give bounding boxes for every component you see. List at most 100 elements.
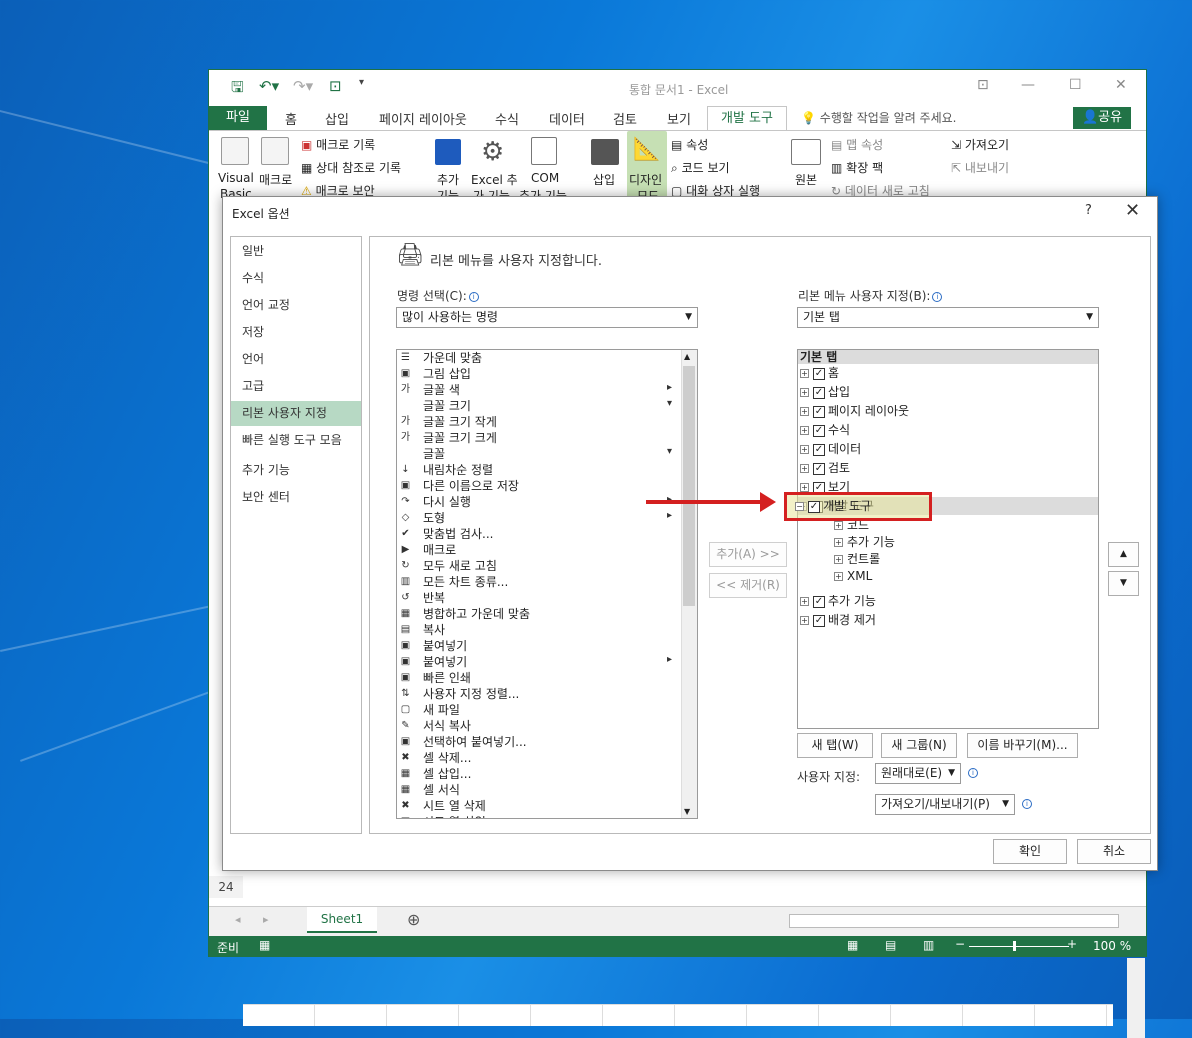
add-button[interactable]: 추가(A) >> — [709, 542, 787, 567]
page-layout-view-icon[interactable]: ▤ — [885, 938, 896, 952]
excel-addins-gear-icon[interactable]: ⚙ — [481, 137, 504, 167]
ribbon-display-icon[interactable]: ⊡ — [977, 77, 989, 93]
import-button[interactable]: ⇲ 가져오기 — [951, 136, 1009, 153]
nav-item[interactable]: 추가 기능 — [231, 458, 361, 483]
nav-item[interactable]: 일반 — [231, 239, 361, 264]
command-list-item[interactable]: 가 글꼴 크기 크게 — [397, 430, 681, 446]
nav-item[interactable]: 보안 센터 — [231, 485, 361, 510]
command-list-item[interactable]: ▣ 빠른 인쇄 — [397, 670, 681, 686]
command-list-item[interactable]: 가 글꼴 크기 작게 — [397, 414, 681, 430]
expand-icon[interactable]: + — [834, 521, 843, 530]
tab-review[interactable]: 검토 — [613, 109, 637, 128]
cancel-button[interactable]: 취소 — [1077, 839, 1151, 864]
command-list-item[interactable]: ▦ 병합하고 가운데 맞춤 — [397, 606, 681, 622]
redo-icon[interactable]: ↷▾ — [293, 77, 313, 95]
zoom-level[interactable]: 100 % — [1093, 939, 1131, 953]
new-group-button[interactable]: 새 그룹(N) — [881, 733, 957, 758]
relative-ref-button[interactable]: ▦ 상대 참조로 기록 — [301, 159, 401, 176]
ribbon-tree-node[interactable]: + ✓ 배경 제거 — [800, 611, 876, 629]
scroll-right-icon[interactable]: ▸ — [263, 913, 269, 926]
nav-item[interactable]: 저장 — [231, 320, 361, 345]
tab-checkbox[interactable]: ✓ — [813, 386, 825, 399]
dialog-close-button[interactable]: ✕ — [1125, 200, 1140, 221]
grid-row-24[interactable] — [243, 1004, 1113, 1026]
nav-item[interactable]: 리본 사용자 지정 — [231, 401, 361, 426]
tab-view[interactable]: 보기 — [667, 109, 691, 128]
tab-insert[interactable]: 삽입 — [325, 109, 349, 128]
horizontal-scrollbar[interactable] — [789, 914, 1119, 928]
tab-checkbox[interactable]: ✓ — [813, 443, 825, 456]
command-list-item[interactable]: ↺ 반복 — [397, 590, 681, 606]
ok-button[interactable]: 확인 — [993, 839, 1067, 864]
reset-dropdown[interactable]: 원래대로(E) ▼ — [875, 763, 961, 784]
command-list-item[interactable]: ✔ 맞춤법 검사... — [397, 526, 681, 542]
ribbon-tree-node[interactable]: + ✓ 페이지 레이아웃 — [800, 402, 909, 420]
expand-icon[interactable]: + — [800, 464, 809, 473]
expand-icon[interactable]: + — [834, 572, 843, 581]
command-list-item[interactable]: ✖ 셀 삭제... — [397, 750, 681, 766]
tab-checkbox[interactable]: ✓ — [813, 595, 825, 608]
command-list-item[interactable]: ▣ 다른 이름으로 저장 — [397, 478, 681, 494]
quick-access-icon[interactable]: ⊡ — [329, 77, 342, 95]
insert-controls-icon[interactable] — [591, 139, 619, 165]
ribbon-tree-node[interactable]: + ✓ 삽입 — [800, 383, 850, 401]
command-list-item[interactable]: ◇ 도형 — [397, 510, 681, 526]
zoom-out-icon[interactable]: − — [955, 937, 965, 951]
row-header-24[interactable]: 24 — [209, 876, 243, 898]
command-list-item[interactable]: ☰ 가운데 맞춤 — [397, 350, 681, 366]
tab-developer[interactable]: 개발 도구 — [707, 106, 787, 132]
ribbon-tree-node[interactable]: + ✓ 수식 — [800, 421, 850, 439]
expand-icon[interactable]: + — [800, 426, 809, 435]
expand-icon[interactable]: + — [800, 445, 809, 454]
command-list-item[interactable]: ▤ 복사 — [397, 622, 681, 638]
expand-icon[interactable]: + — [800, 407, 809, 416]
ribbon-tree-node[interactable]: + ✓ 검토 — [800, 459, 850, 477]
macros-label[interactable]: 매크로 — [259, 171, 292, 188]
commands-scrollbar[interactable]: ▲ ▼ — [681, 350, 697, 818]
move-down-button[interactable]: ▼ — [1108, 571, 1139, 596]
zoom-in-icon[interactable]: + — [1067, 937, 1077, 951]
command-list-item[interactable]: ▶ 매크로 — [397, 542, 681, 558]
expand-icon[interactable]: + — [800, 616, 809, 625]
command-list-item[interactable]: ▣ 그림 삽입 — [397, 366, 681, 382]
vertical-scrollbar[interactable] — [1127, 958, 1145, 1038]
tab-home[interactable]: 홈 — [285, 109, 297, 128]
remove-button[interactable]: << 제거(R) — [709, 573, 787, 598]
ribbon-tree-node[interactable]: + ✓ 데이터 — [800, 440, 861, 458]
nav-item[interactable]: 언어 — [231, 347, 361, 372]
tab-formulas[interactable]: 수식 — [495, 109, 519, 128]
command-list-item[interactable]: 가 글꼴 색 — [397, 382, 681, 398]
move-up-button[interactable]: ▲ — [1108, 542, 1139, 567]
command-list-item[interactable]: ↻ 모두 새로 고침 — [397, 558, 681, 574]
visual-basic-icon[interactable] — [221, 137, 249, 165]
tab-page-layout[interactable]: 페이지 레이아웃 — [379, 109, 467, 128]
customize-qat-icon[interactable]: ▾ — [359, 77, 364, 88]
source-icon[interactable] — [791, 139, 821, 165]
minimize-icon[interactable]: — — [1021, 77, 1035, 93]
ribbon-tree-node[interactable]: + 컨트롤 — [834, 550, 880, 568]
expand-icon[interactable]: + — [800, 597, 809, 606]
ribbon-tree[interactable]: 기본 탭 +✓홈+✓삽입+✓페이지 레이아웃+✓수식+✓데이터+✓검토+✓보기−… — [797, 349, 1099, 729]
import-export-dropdown[interactable]: 가져오기/내보내기(P) ▼ — [875, 794, 1015, 815]
tab-file[interactable]: 파일 — [209, 106, 267, 130]
zoom-slider-thumb[interactable] — [1013, 941, 1016, 951]
tab-checkbox[interactable]: ✓ — [813, 424, 825, 437]
addins-icon[interactable] — [435, 139, 461, 165]
maximize-icon[interactable]: ☐ — [1069, 77, 1082, 93]
expansion-packs-button[interactable]: ▥ 확장 팩 — [831, 159, 883, 176]
excel-addins-label[interactable]: Excel 추 — [471, 171, 518, 188]
command-list-item[interactable]: 글꼴 크기 — [397, 398, 681, 414]
commands-list[interactable]: ▦ 시트 열 삽입 ✖ 시트 열 삭제 ▦ 셀 서식 ▦ 셀 삽입... ✖ 셀 삭제... ▣ 선택… — [396, 349, 698, 819]
scroll-down-icon[interactable]: ▼ — [684, 807, 690, 816]
customize-ribbon-dropdown[interactable]: 기본 탭 ▼ — [797, 307, 1099, 328]
map-props-button[interactable]: ▤ 맵 속성 — [831, 136, 883, 153]
ribbon-tree-node[interactable]: + ✓ 홈 — [800, 364, 839, 382]
save-icon[interactable]: 🖫 — [231, 77, 244, 102]
visual-basic-label[interactable]: Visual — [218, 171, 254, 185]
expand-icon[interactable]: + — [834, 538, 843, 547]
undo-icon[interactable]: ↶▾ — [259, 77, 279, 95]
expand-icon[interactable]: + — [800, 483, 809, 492]
record-macro-button[interactable]: ▣ 매크로 기록 — [301, 136, 375, 153]
nav-item[interactable]: 빠른 실행 도구 모음 — [231, 428, 361, 453]
export-button[interactable]: ⇱ 내보내기 — [951, 159, 1009, 176]
